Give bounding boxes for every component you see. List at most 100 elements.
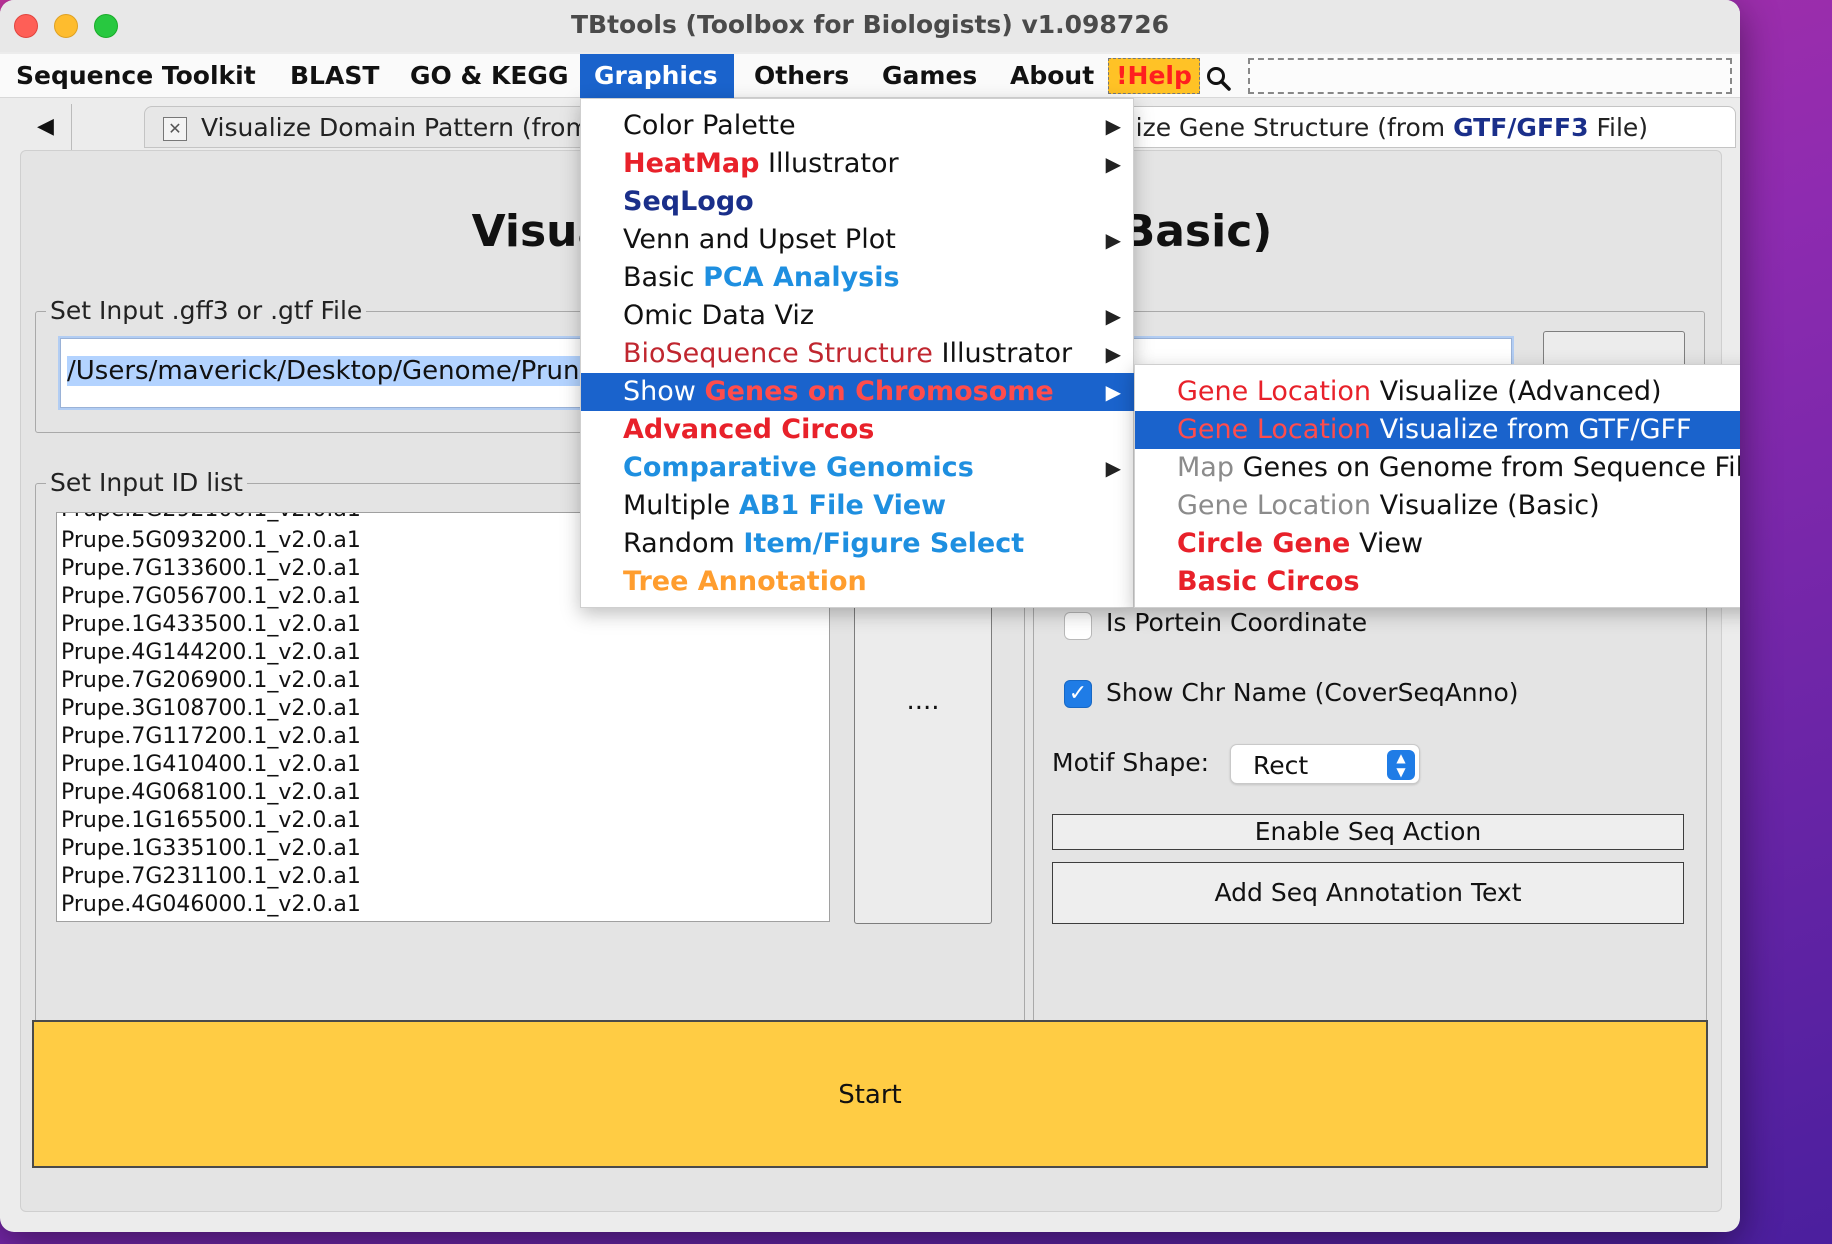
menu-item-label: Visualize (Basic) [1371,490,1600,521]
input-file-label: Set Input .gff3 or .gtf File [46,296,367,325]
menu-item-label: Advanced Circos [623,414,875,445]
menu-item-random-select[interactable]: Random Item/Figure Select [581,525,1135,563]
chevron-right-icon: ▶ [1105,114,1121,138]
menu-item-label-highlight: PCA Analysis [703,262,900,293]
menu-item-pca[interactable]: Basic PCA Analysis [581,259,1135,297]
chevron-right-icon: ▶ [1105,342,1121,366]
chevron-right-icon: ▶ [1105,456,1121,480]
tab-label-suffix: File) [1588,113,1649,142]
menu-item-label-highlight: BioSequence Structure [623,338,933,369]
title-bar: TBtools (Toolbox for Biologists) v1.0987… [0,0,1740,52]
tab-label-highlight: GTF/GFF3 [1453,113,1589,142]
show-chr-checkbox[interactable]: ✓ [1064,680,1092,708]
menu-item-label-highlight: Gene Location [1177,414,1372,445]
graphics-dropdown-menu: Color Palette ▶ HeatMap Illustrator ▶ Se… [580,98,1135,608]
menu-item-label: Venn and Upset Plot [623,224,896,255]
menu-item-label-highlight: AB1 File View [738,490,947,521]
menu-item-label-highlight: Circle Gene [1177,528,1351,559]
menu-games[interactable]: Games [868,54,991,98]
menu-item-omic-data-viz[interactable]: Omic Data Viz ▶ [581,297,1135,335]
is-protein-label: Is Portein Coordinate [1106,608,1368,637]
menu-item-color-palette[interactable]: Color Palette ▶ [581,107,1135,145]
menu-item-advanced-circos[interactable]: Advanced Circos [581,411,1135,449]
menu-about[interactable]: About [996,54,1108,98]
menu-item-label: Tree Annotation [623,566,867,597]
id-list-item: Prupe.7G117200.1_v2.0.a1 [61,724,361,749]
menu-item-tree-annotation[interactable]: Tree Annotation [581,563,1135,601]
submenu-item-basic-circos[interactable]: Basic Circos [1135,563,1740,601]
app-window: TBtools (Toolbox for Biologists) v1.0987… [0,0,1740,1232]
menu-item-label: Basic [623,262,704,293]
add-seq-annotation-button[interactable]: Add Seq Annotation Text [1052,862,1684,924]
menu-item-comparative-genomics[interactable]: Comparative Genomics ▶ [581,449,1135,487]
id-list-item: Prupe.4G068100.1_v2.0.a1 [61,780,361,805]
menu-item-ab1-file-view[interactable]: Multiple AB1 File View [581,487,1135,525]
window-title: TBtools (Toolbox for Biologists) v1.0987… [570,10,1170,39]
menu-blast[interactable]: BLAST [276,54,393,98]
menu-item-label: Multiple [623,490,739,521]
search-input[interactable] [1248,58,1732,94]
menu-item-label: Omic Data Viz [623,300,815,331]
menu-item-label: View [1350,528,1424,559]
chevron-right-icon: ▶ [1105,228,1121,252]
submenu-item-gene-location-gtf[interactable]: Gene Location Visualize from GTF/GFF [1135,411,1740,449]
menu-item-venn[interactable]: Venn and Upset Plot ▶ [581,221,1135,259]
id-list-label: Set Input ID list [46,468,247,497]
menu-item-heatmap[interactable]: HeatMap Illustrator ▶ [581,145,1135,183]
menu-item-label: Random [623,528,744,559]
id-list-item: Prupe.1G165500.1_v2.0.a1 [61,808,361,833]
menu-item-label: Color Palette [623,110,796,141]
chevron-right-icon: ▶ [1105,304,1121,328]
id-list-item: Prupe.3G108700.1_v2.0.a1 [61,696,361,721]
menu-go-kegg[interactable]: GO & KEGG [396,54,582,98]
menu-bar: Sequence Toolkit BLAST GO & KEGG Graphic… [0,54,1740,98]
submenu-item-gene-location-basic[interactable]: Gene Location Visualize (Basic) [1135,487,1740,525]
stepper-icon: ▲ ▼ [1387,750,1415,780]
menu-item-label-highlight: Gene Location [1177,376,1372,407]
menu-item-show-genes-on-chromosome[interactable]: Show Genes on Chromosome ▶ [581,373,1135,411]
genes-on-chromosome-submenu: Gene Location Visualize (Advanced) Gene … [1134,364,1740,608]
id-list-item: Prupe.1G335100.1_v2.0.a1 [61,836,361,861]
menu-others[interactable]: Others [740,54,863,98]
id-list-item: Prupe.1G410400.1_v2.0.a1 [61,752,361,777]
submenu-item-gene-location-advanced[interactable]: Gene Location Visualize (Advanced) [1135,373,1740,411]
menu-item-label-highlight: Genes on Chromosome [704,376,1054,407]
chevron-right-icon: ▶ [1105,380,1121,404]
start-button[interactable]: Start [32,1020,1708,1168]
id-list-item: Prupe.4G046000.1_v2.0.a1 [61,892,361,917]
is-protein-checkbox[interactable] [1064,612,1092,640]
menu-item-label-highlight: Item/Figure Select [743,528,1025,559]
motif-shape-select[interactable]: Rect ▲ ▼ [1230,744,1420,784]
menu-help[interactable]: !Help [1108,58,1200,94]
menu-item-label: Comparative Genomics [623,452,974,483]
menu-item-label-highlight: Gene Location [1177,490,1372,521]
menu-item-label-highlight: Map [1177,452,1234,483]
id-list-item: Prupe.7G231100.1_v2.0.a1 [61,864,361,889]
submenu-item-map-genes[interactable]: Map Genes on Genome from Sequence Files [1135,449,1740,487]
check-icon: ✓ [1068,681,1088,706]
menu-item-label-highlight: HeatMap [623,148,760,179]
menu-item-label: Visualize (Advanced) [1371,376,1662,407]
menu-item-biosequence[interactable]: BioSequence Structure Illustrator ▶ [581,335,1135,373]
menu-sequence-toolkit[interactable]: Sequence Toolkit [2,54,270,98]
tab-scroll-left-button[interactable]: ◀ [20,104,72,150]
menu-item-label: Show [623,376,705,407]
chevron-right-icon: ▶ [1105,152,1121,176]
menu-item-seqlogo[interactable]: SeqLogo [581,183,1135,221]
show-chr-label: Show Chr Name (CoverSeqAnno) [1106,678,1519,707]
id-list-item: Prupe.4G144200.1_v2.0.a1 [61,640,361,665]
tab-close-icon[interactable]: ✕ [163,117,187,141]
submenu-item-circle-gene-view[interactable]: Circle Gene View [1135,525,1740,563]
id-list-item: Prupe.2G292100.1_v2.0.a1 [61,513,361,522]
id-list-item: Prupe.1G433500.1_v2.0.a1 [61,612,361,637]
id-list-item: Prupe.7G206900.1_v2.0.a1 [61,668,361,693]
menu-item-label: Illustrator [759,148,899,179]
search-icon[interactable] [1206,66,1232,92]
menu-item-label: Genes on Genome from Sequence Files [1233,452,1740,483]
menu-item-label: SeqLogo [623,186,754,217]
menu-graphics[interactable]: Graphics [580,54,734,98]
menu-item-label: Illustrator [932,338,1073,369]
motif-shape-value: Rect [1253,751,1309,780]
motif-shape-label: Motif Shape: [1052,748,1210,777]
enable-seq-action-button[interactable]: Enable Seq Action [1052,814,1684,850]
